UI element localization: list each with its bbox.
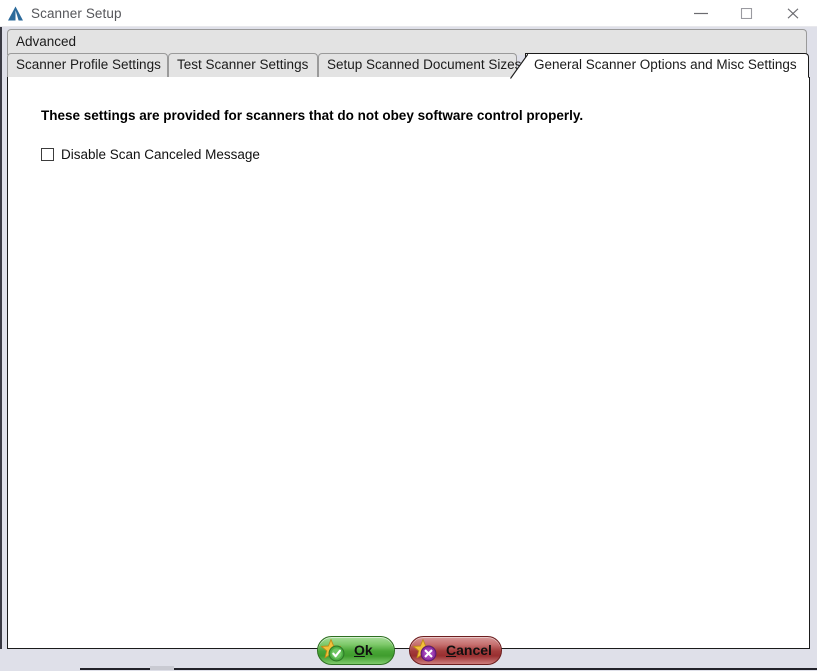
maximize-button[interactable] [724, 0, 770, 27]
tab-test-scanner-settings[interactable]: Test Scanner Settings [168, 53, 318, 78]
settings-headline: These settings are provided for scanners… [41, 108, 584, 123]
close-button[interactable] [770, 0, 816, 27]
inner-tabstrip: Scanner Profile Settings Test Scanner Se… [7, 53, 810, 79]
close-icon [787, 8, 799, 19]
cancel-button-label: Cancel [446, 642, 492, 658]
tab-test-scanner-settings-label: Test Scanner Settings [177, 57, 309, 72]
scanner-setup-window: Scanner Setup Advanced Scanner Profile S… [0, 0, 817, 671]
star-x-icon [412, 638, 442, 665]
tab-setup-scanned-document-sizes[interactable]: Setup Scanned Document Sizes [318, 53, 521, 78]
outer-tabstrip: Advanced [7, 29, 810, 55]
tab-general-scanner-options-and-misc-settings[interactable]: General Scanner Options and Misc Setting… [510, 53, 809, 79]
cancel-button[interactable]: Cancel [409, 636, 502, 665]
disable-scan-canceled-message-checkbox[interactable] [41, 147, 54, 161]
window-bottom-edge-nub [150, 666, 174, 670]
tab-scanner-profile-settings-label: Scanner Profile Settings [16, 57, 161, 72]
tab-advanced[interactable]: Advanced [7, 29, 807, 55]
tab-setup-scanned-document-sizes-label: Setup Scanned Document Sizes [327, 57, 522, 72]
maximize-icon [740, 8, 753, 19]
star-check-icon [320, 638, 350, 665]
window-title: Scanner Setup [31, 6, 122, 21]
app-triangle-icon [7, 5, 24, 22]
tab-content-panel: These settings are provided for scanners… [7, 77, 810, 649]
disable-scan-canceled-message-label: Disable Scan Canceled Message [61, 146, 260, 162]
minimize-button[interactable] [678, 0, 724, 27]
window-bottom-edge [80, 668, 817, 670]
disable-scan-canceled-message-row[interactable]: Disable Scan Canceled Message [41, 145, 260, 163]
minimize-icon [694, 12, 708, 15]
ok-button-label: Ok [354, 642, 373, 658]
tab-advanced-label: Advanced [16, 34, 77, 49]
ok-button[interactable]: Ok [317, 636, 395, 665]
window-frame: Advanced Scanner Profile Settings Test S… [0, 27, 817, 671]
dialog-button-row: Ok Cancel [0, 611, 817, 665]
titlebar: Scanner Setup [0, 0, 817, 27]
tab-general-scanner-options-and-misc-settings-label: General Scanner Options and Misc Setting… [534, 57, 797, 72]
tab-scanner-profile-settings[interactable]: Scanner Profile Settings [7, 53, 168, 78]
